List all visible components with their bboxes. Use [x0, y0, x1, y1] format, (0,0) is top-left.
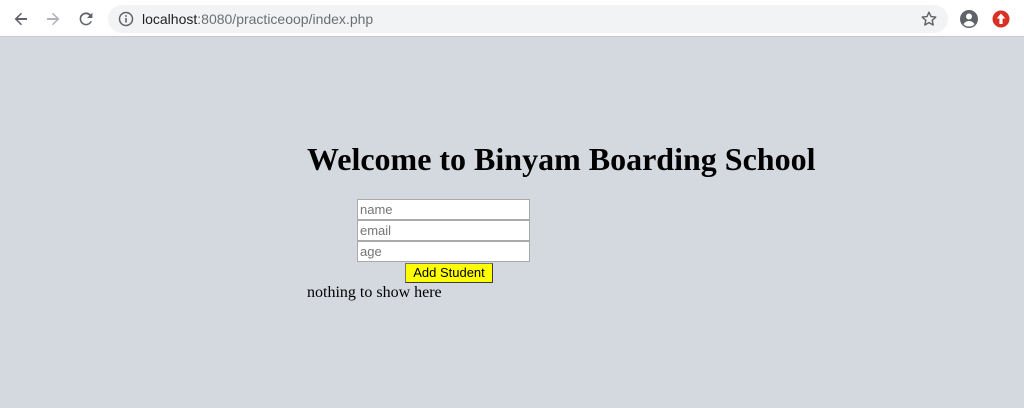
age-input[interactable] — [357, 241, 530, 262]
back-arrow-icon — [14, 12, 27, 26]
name-input[interactable] — [357, 199, 530, 220]
star-icon[interactable] — [920, 10, 938, 28]
back-button[interactable] — [9, 7, 33, 31]
extension-icon[interactable] — [991, 9, 1011, 29]
profile-icon[interactable] — [958, 8, 980, 30]
url-path: :8080/practiceoop/index.php — [197, 11, 374, 27]
add-student-button[interactable]: Add Student — [405, 263, 493, 283]
reload-button[interactable] — [74, 7, 98, 31]
address-bar[interactable]: localhost:8080/practiceoop/index.php — [108, 5, 948, 33]
email-input[interactable] — [357, 220, 530, 241]
empty-state-message: nothing to show here — [307, 284, 442, 301]
browser-toolbar: localhost:8080/practiceoop/index.php — [0, 0, 1024, 37]
reload-icon — [79, 12, 93, 26]
url-text[interactable]: localhost:8080/practiceoop/index.php — [142, 11, 373, 27]
info-icon[interactable] — [118, 11, 134, 27]
forward-arrow-icon — [47, 12, 60, 26]
url-host: localhost — [142, 11, 198, 27]
forward-button[interactable] — [41, 7, 65, 31]
page-title: Welcome to Binyam Boarding School — [307, 141, 816, 177]
